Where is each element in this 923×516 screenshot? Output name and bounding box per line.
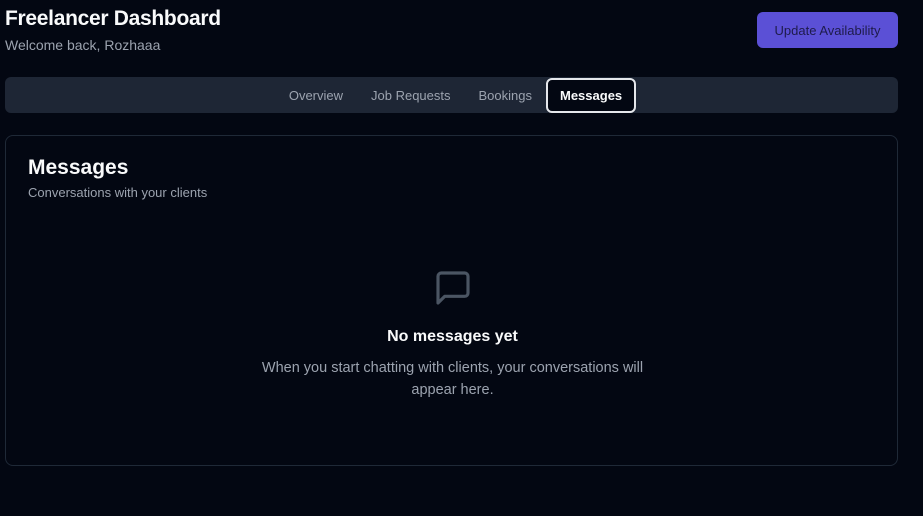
freelancer-dashboard-page: Freelancer Dashboard Welcome back, Rozha… bbox=[0, 0, 923, 516]
message-square-icon bbox=[433, 268, 473, 308]
messages-card-description: Conversations with your clients bbox=[28, 185, 208, 200]
welcome-message: Welcome back, Rozhaaa bbox=[5, 37, 161, 53]
page-title: Freelancer Dashboard bbox=[5, 7, 221, 30]
page-header: Freelancer Dashboard Welcome back, Rozha… bbox=[5, 6, 221, 54]
tab-overview[interactable]: Overview bbox=[275, 79, 357, 111]
empty-state-text: When you start chatting with clients, yo… bbox=[261, 360, 644, 398]
tab-messages[interactable]: Messages bbox=[546, 77, 637, 113]
update-availability-button[interactable]: Update Availability bbox=[757, 12, 898, 48]
tab-bookings[interactable]: Bookings bbox=[465, 79, 546, 111]
empty-state-title: No messages yet bbox=[387, 328, 518, 345]
messages-card-title: Messages bbox=[28, 156, 129, 179]
messages-empty-state: No messages yet When you start chatting … bbox=[6, 268, 899, 401]
dashboard-tabs: Overview Job Requests Bookings Messages bbox=[5, 77, 898, 113]
messages-card: Messages Conversations with your clients… bbox=[5, 135, 898, 466]
tab-job-requests[interactable]: Job Requests bbox=[357, 79, 465, 111]
